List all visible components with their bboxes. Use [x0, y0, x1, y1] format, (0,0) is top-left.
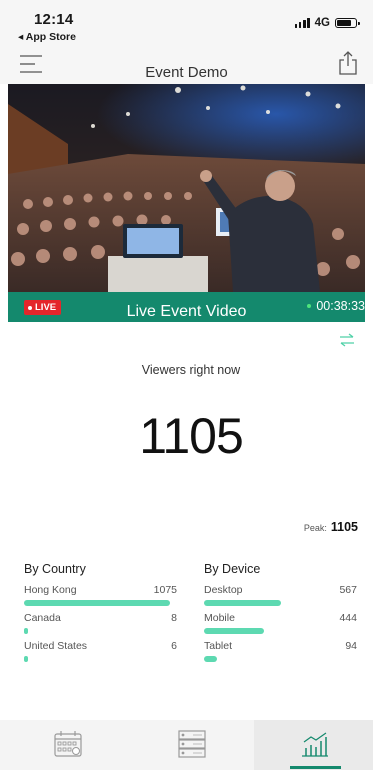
tab-servers[interactable]: [124, 720, 254, 770]
status-indicators: 4G: [294, 17, 360, 29]
peak-label: Peak:: [303, 523, 327, 533]
device-count: 567: [339, 584, 357, 596]
tab-schedule[interactable]: [0, 720, 124, 770]
device-name: Mobile: [204, 612, 235, 624]
device-bar: [204, 628, 264, 634]
viewers-label: Viewers right now: [141, 363, 241, 377]
navigation-bar: Event Demo: [0, 46, 373, 84]
elapsed-timer: 00:38:33: [307, 299, 365, 313]
country-row: Hong Kong 1075: [24, 584, 177, 612]
by-device-title: By Device: [204, 562, 261, 576]
device-row: Desktop 567: [204, 584, 357, 612]
device-bar: [204, 656, 217, 662]
network-type: 4G: [314, 17, 330, 29]
status-bar: 12:14 ◂ App Store 4G: [0, 0, 373, 46]
server-list-icon: [178, 730, 206, 758]
device-name: Desktop: [204, 584, 243, 596]
viewers-count: 1105: [139, 408, 244, 464]
peak-value: 1105: [330, 520, 358, 534]
battery-icon: [335, 18, 360, 28]
share-icon[interactable]: [337, 50, 359, 76]
conference-video-frame: [8, 84, 365, 292]
live-status-bar: LIVE Live Event Video 00:38:33: [8, 292, 365, 322]
back-to-app-store-link[interactable]: ◂ App Store: [18, 31, 76, 43]
device-bar: [204, 600, 281, 606]
by-country-title: By Country: [24, 562, 86, 576]
tab-bar: [0, 720, 373, 770]
live-video-player[interactable]: [8, 84, 365, 292]
recording-dot-icon: [307, 304, 312, 308]
country-count: 1075: [153, 584, 177, 596]
active-tab-indicator: [290, 766, 341, 769]
device-name: Tablet: [204, 640, 233, 652]
calendar-icon: [54, 731, 82, 757]
page-title: Event Demo: [145, 64, 228, 81]
device-count: 94: [345, 640, 357, 652]
bar-chart-icon: [302, 732, 328, 757]
device-count: 444: [339, 612, 357, 624]
swap-arrows-icon[interactable]: [338, 333, 356, 347]
device-row: Tablet 94: [204, 640, 357, 668]
country-row: Canada 8: [24, 612, 177, 640]
country-bar: [24, 628, 28, 634]
country-name: Hong Kong: [24, 584, 77, 596]
country-bar: [24, 600, 170, 606]
signal-icon: [294, 18, 310, 28]
country-name: Canada: [24, 612, 61, 624]
status-time: 12:14: [34, 11, 74, 28]
device-row: Mobile 444: [204, 612, 357, 640]
country-count: 6: [171, 640, 177, 652]
country-row: United States 6: [24, 640, 177, 668]
tab-analytics[interactable]: [254, 720, 373, 770]
country-bar: [24, 656, 28, 662]
country-count: 8: [171, 612, 177, 624]
country-name: United States: [24, 640, 88, 652]
peak-viewers: Peak: 1105: [304, 520, 358, 534]
